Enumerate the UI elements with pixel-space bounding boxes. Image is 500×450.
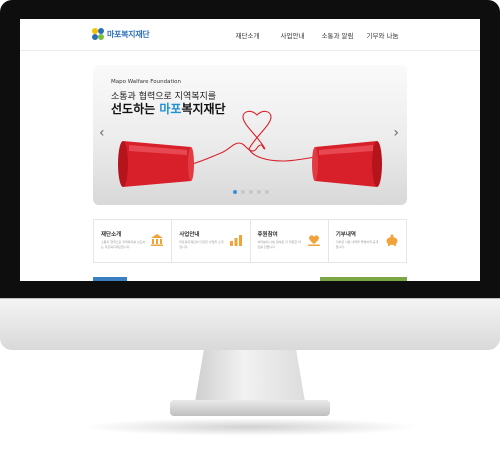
- hero-illustration: [118, 110, 382, 187]
- quick-link-programs[interactable]: 사업안내 마포복지재단의 다양한 사업을 소개합니다.: [172, 219, 251, 263]
- card-description: 소통과 협력으로 지역복지를 선도하는 마포복지재단입니다.: [101, 240, 146, 249]
- monitor-stand-foot: [170, 400, 330, 416]
- hero-headline-lead: 선도하는: [111, 102, 160, 116]
- building-icon: [151, 234, 164, 246]
- slide-dot[interactable]: [249, 190, 253, 194]
- heart-hand-icon: [307, 235, 320, 246]
- logo-mark-icon: [92, 28, 104, 40]
- card-title: 사업안내: [179, 232, 200, 238]
- logo-text: 마포복지재단: [107, 29, 150, 39]
- card-title: 기부내역: [335, 232, 356, 238]
- left-cup: [118, 141, 194, 187]
- chart-icon: [229, 235, 242, 246]
- nav-item-donate[interactable]: 기부와 나눔: [360, 30, 405, 40]
- quick-link-donations[interactable]: 기부내역 기부금 사용 내역을 투명하게 공개합니다.: [328, 219, 407, 263]
- site-logo[interactable]: 마포복지재단: [92, 28, 150, 40]
- prev-slide-arrow-icon[interactable]: ‹: [99, 125, 105, 141]
- main-nav: 재단소개 사업안내 소통과 알림 기부와 나눔: [225, 30, 405, 40]
- slide-pagination: [233, 190, 269, 194]
- hero-headline-2: 선도하는 마포복지재단: [111, 100, 226, 117]
- monitor-chin: [0, 298, 500, 350]
- nav-item-about[interactable]: 재단소개: [225, 30, 270, 40]
- quick-link-about[interactable]: 재단소개 소통과 협력으로 지역복지를 선도하는 마포복지재단입니다.: [93, 219, 173, 263]
- card-title: 후원참여: [257, 232, 278, 238]
- bottom-strip-right: [320, 277, 407, 281]
- hero-slider: Mapo Walfare Foundation 소통과 협력으로 지역복지를 선…: [93, 65, 407, 205]
- card-description: 기부금 사용 내역을 투명하게 공개합니다.: [335, 240, 379, 249]
- monitor-stand-neck: [195, 350, 305, 402]
- quick-link-support[interactable]: 후원참여 여러분의 나눔 참여로 더 따뜻한 마포를 만듭니다.: [250, 219, 329, 263]
- screen: 마포복지재단 재단소개 사업안내 소통과 알림 기부와 나눔 Mapo Walf…: [20, 19, 480, 281]
- card-title: 재단소개: [101, 232, 122, 238]
- bottom-strip-left: [93, 277, 127, 281]
- slide-dot[interactable]: [233, 190, 237, 194]
- piggy-bank-icon: [386, 234, 398, 246]
- nav-item-programs[interactable]: 사업안내: [270, 30, 315, 40]
- slide-dot[interactable]: [257, 190, 261, 194]
- monitor-shadow: [80, 418, 420, 436]
- hero-headline-accent: 마포: [159, 102, 182, 116]
- right-cup: [312, 141, 382, 187]
- card-description: 마포복지재단의 다양한 사업을 소개합니다.: [179, 240, 224, 249]
- next-slide-arrow-icon[interactable]: ›: [393, 125, 399, 141]
- site-header: 마포복지재단 재단소개 사업안내 소통과 알림 기부와 나눔: [20, 19, 480, 51]
- hero-headline-tail: 복지재단: [181, 102, 226, 116]
- hero-kicker: Mapo Walfare Foundation: [111, 79, 181, 85]
- slide-dot[interactable]: [265, 190, 269, 194]
- card-description: 여러분의 나눔 참여로 더 따뜻한 마포를 만듭니다.: [257, 240, 301, 249]
- quick-links: 재단소개 소통과 협력으로 지역복지를 선도하는 마포복지재단입니다. 사업안내…: [93, 219, 407, 263]
- slide-dot[interactable]: [241, 190, 245, 194]
- nav-item-news[interactable]: 소통과 알림: [315, 30, 360, 40]
